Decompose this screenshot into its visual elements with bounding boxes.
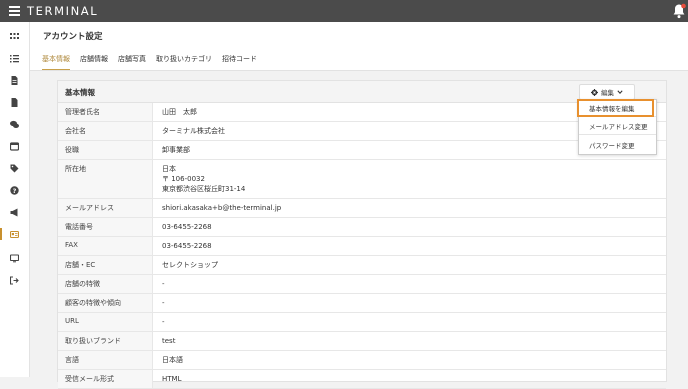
row-label: 店舗の特徴: [65, 280, 100, 288]
document-icon: [11, 75, 18, 85]
row-value: test: [162, 337, 176, 345]
info-row-phone: 電話番号 03-6455-2268: [58, 218, 666, 237]
info-row-customer-traits: 顧客の特徴や傾向 -: [58, 294, 666, 313]
sidebar-item-account[interactable]: [0, 226, 29, 242]
row-value: 山田 太郎: [162, 108, 197, 116]
address-street: 東京都渋谷区桜丘町31-14: [162, 185, 246, 193]
address-postal: 〒 106-0032: [162, 175, 205, 183]
sidebar: ?: [0, 22, 30, 377]
row-label: メールアドレス: [65, 204, 114, 212]
row-value: セレクトショップ: [162, 261, 218, 269]
sidebar-item-documents[interactable]: [0, 72, 29, 88]
sidebar-item-announcements[interactable]: [0, 204, 29, 220]
info-row-email: メールアドレス shiori.akasaka+b@the-terminal.jp: [58, 199, 666, 218]
row-label: 所在地: [65, 165, 86, 173]
info-row-position: 役職 卸事業部: [58, 141, 666, 160]
menu-icon[interactable]: [9, 6, 20, 16]
tab-bar: 基本情報 店舗情報 店舗写真 取り扱いカテゴリ 招待コード: [42, 54, 257, 70]
monitor-icon: [10, 253, 19, 262]
chevron-down-icon: [617, 90, 623, 95]
info-row-company: 会社名 ターミナル株式会社: [58, 122, 666, 141]
menu-item-edit-basic-info[interactable]: 基本情報を編集: [579, 100, 656, 117]
info-row-language: 言語 日本語: [58, 351, 666, 370]
row-value: 03-6455-2268: [162, 223, 212, 231]
info-row-store-features: 店舗の特徴 -: [58, 275, 666, 294]
row-value: -: [162, 280, 165, 288]
notification-bell-icon[interactable]: [672, 3, 686, 19]
menu-item-change-password[interactable]: パスワード変更: [579, 136, 656, 153]
sidebar-item-logout[interactable]: [0, 272, 29, 288]
row-label: 言語: [65, 356, 79, 364]
address-country: 日本: [162, 165, 176, 173]
list-icon: [10, 54, 19, 62]
window-icon: [10, 141, 19, 151]
info-row-brands: 取り扱いブランド test: [58, 332, 666, 351]
page-title: アカウント設定: [43, 32, 103, 42]
id-card-icon: [10, 230, 19, 238]
sidebar-item-help[interactable]: ?: [0, 182, 29, 198]
top-bar: TERMINAL: [0, 0, 688, 22]
row-value: shiori.akasaka+b@the-terminal.jp: [162, 204, 282, 212]
panel-title: 基本情報: [65, 88, 95, 97]
info-row-address: 所在地 日本 〒 106-0032 東京都渋谷区桜丘町31-14: [58, 160, 666, 199]
row-value: -: [162, 318, 165, 326]
logout-icon: [10, 275, 19, 285]
gear-icon: [591, 88, 598, 96]
basic-info-panel: 基本情報 編集 管理者氏名 山田 太郎 会社名 ターミナル株式会社 役職 卸事業…: [57, 80, 667, 389]
chat-icon: [10, 120, 19, 128]
tab-store-photos[interactable]: 店舗写真: [118, 54, 146, 70]
row-value: 卸事業部: [162, 146, 190, 154]
row-value: -: [162, 299, 165, 307]
info-row-fax: FAX 03-6455-2268: [58, 237, 666, 256]
megaphone-icon: [10, 208, 18, 216]
row-label: 電話番号: [65, 223, 93, 231]
row-value: HTML: [162, 375, 182, 383]
row-label: 会社名: [65, 127, 86, 135]
sidebar-item-window[interactable]: [0, 138, 29, 154]
sidebar-item-list[interactable]: [0, 50, 29, 66]
tag-icon: [10, 164, 19, 172]
row-label: 管理者氏名: [65, 108, 100, 116]
tab-invite-code[interactable]: 招待コード: [222, 54, 257, 70]
row-label: 受信メール形式: [65, 375, 114, 383]
grid-icon: [10, 32, 19, 39]
sidebar-item-dashboard[interactable]: [0, 28, 29, 44]
tab-store-info[interactable]: 店舗情報: [80, 54, 108, 70]
row-label: FAX: [65, 241, 78, 249]
info-row-mail-format: 受信メール形式 HTML: [58, 370, 666, 389]
app-logo[interactable]: TERMINAL: [27, 3, 98, 19]
row-value: 03-6455-2268: [162, 242, 212, 250]
sidebar-item-messages[interactable]: [0, 116, 29, 132]
svg-text:?: ?: [13, 187, 17, 195]
sidebar-item-tags[interactable]: [0, 160, 29, 176]
row-label: 取り扱いブランド: [65, 337, 121, 345]
sidebar-item-files[interactable]: [0, 94, 29, 110]
sidebar-item-display[interactable]: [0, 250, 29, 266]
panel-header: 基本情報 編集: [58, 81, 666, 103]
help-icon: ?: [10, 185, 19, 195]
edit-dropdown-menu: 基本情報を編集 メールアドレス変更 パスワード変更: [578, 99, 657, 155]
file-icon: [11, 97, 18, 107]
edit-menu-button[interactable]: 編集: [579, 84, 635, 100]
page-header: アカウント設定 基本情報 店舗情報 店舗写真 取り扱いカテゴリ 招待コード: [30, 22, 688, 71]
edit-button-label: 編集: [601, 89, 614, 97]
row-label: URL: [65, 317, 79, 325]
menu-item-change-email[interactable]: メールアドレス変更: [579, 118, 656, 135]
row-value: ターミナル株式会社: [162, 127, 225, 135]
tab-categories[interactable]: 取り扱いカテゴリ: [156, 54, 212, 70]
row-label: 役職: [65, 146, 79, 154]
tab-basic-info[interactable]: 基本情報: [42, 54, 70, 70]
info-row-url: URL -: [58, 313, 666, 332]
row-value: 日本語: [162, 356, 183, 364]
row-label: 店舗・EC: [65, 261, 96, 269]
info-row-store-ec: 店舗・EC セレクトショップ: [58, 256, 666, 275]
row-label: 顧客の特徴や傾向: [65, 299, 121, 307]
row-value-address: 日本 〒 106-0032 東京都渋谷区桜丘町31-14: [162, 164, 245, 194]
info-row-admin-name: 管理者氏名 山田 太郎: [58, 103, 666, 122]
